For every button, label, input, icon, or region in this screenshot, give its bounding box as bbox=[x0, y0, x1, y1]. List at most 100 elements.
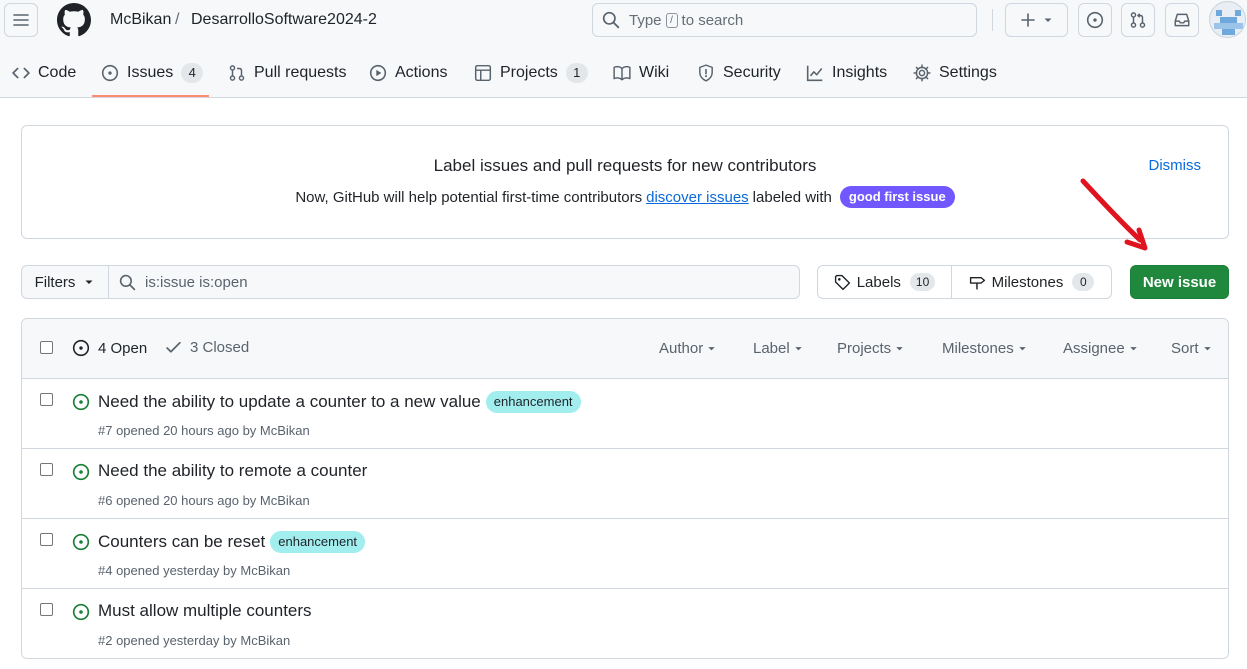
shield-icon bbox=[699, 64, 713, 82]
create-new-button[interactable] bbox=[1005, 3, 1068, 37]
pull-requests-shortcut-button[interactable] bbox=[1121, 3, 1155, 37]
sort-dropdown-label: Sort bbox=[1171, 340, 1199, 357]
tab-insights[interactable]: Insights bbox=[806, 55, 887, 91]
closed-count-label: 3 Closed bbox=[190, 339, 250, 356]
issue-title[interactable]: Need the ability to update a counter to … bbox=[98, 392, 481, 412]
assignee-filter[interactable]: Assignee bbox=[1063, 340, 1139, 357]
open-count-label: 4 Open bbox=[98, 339, 148, 357]
app-header: McBikan / DesarrolloSoftware2024-2 Type … bbox=[0, 0, 1247, 98]
tab-issues-count: 4 bbox=[181, 63, 204, 83]
filters-dropdown-button[interactable]: Filters bbox=[22, 266, 109, 298]
issue-opened-icon bbox=[72, 463, 90, 481]
issue-checkbox[interactable] bbox=[40, 603, 53, 616]
breadcrumb-repo[interactable]: DesarrolloSoftware2024-2 bbox=[191, 10, 377, 30]
tab-actions[interactable]: Actions bbox=[369, 55, 447, 91]
breadcrumb-separator: / bbox=[175, 11, 180, 28]
user-avatar[interactable] bbox=[1209, 1, 1246, 38]
tab-projects-label: Projects bbox=[500, 64, 558, 81]
tab-wiki[interactable]: Wiki bbox=[613, 55, 669, 91]
author-filter[interactable]: Author bbox=[659, 340, 717, 357]
issue-row[interactable]: Counters can be reset enhancement #4 ope… bbox=[22, 519, 1228, 589]
tab-security[interactable]: Security bbox=[697, 55, 781, 91]
issue-title[interactable]: Must allow multiple counters bbox=[98, 601, 312, 621]
discover-issues-link[interactable]: discover issues bbox=[646, 189, 749, 206]
header-divider bbox=[992, 9, 993, 31]
issue-row[interactable]: Need the ability to remote a counter #6 … bbox=[22, 449, 1228, 519]
triangle-down-icon bbox=[708, 347, 715, 351]
issue-title-line: Counters can be reset enhancement bbox=[98, 531, 366, 553]
code-icon bbox=[12, 67, 30, 79]
git-pull-request-icon bbox=[229, 65, 245, 81]
issue-title-line: Must allow multiple counters bbox=[98, 601, 312, 621]
gear-icon bbox=[913, 64, 931, 82]
triangle-down-icon bbox=[794, 347, 802, 351]
projects-filter[interactable]: Projects bbox=[837, 340, 905, 357]
banner-title: Label issues and pull requests for new c… bbox=[433, 156, 817, 175]
tab-code-label: Code bbox=[38, 64, 77, 81]
label-filter[interactable]: Label bbox=[753, 340, 804, 357]
dismiss-link[interactable]: Dismiss bbox=[1149, 157, 1202, 174]
new-contributors-banner: Label issues and pull requests for new c… bbox=[21, 125, 1229, 239]
tab-projects[interactable]: Projects 1 bbox=[474, 55, 588, 91]
milestones-button[interactable]: Milestones 0 bbox=[952, 266, 1111, 298]
tab-pull-requests-label: Pull requests bbox=[254, 64, 347, 81]
closed-issues-filter[interactable]: 3 Closed bbox=[165, 339, 249, 356]
issue-checkbox[interactable] bbox=[40, 463, 53, 476]
milestones-label: Milestones bbox=[991, 273, 1064, 291]
milestones-count: 0 bbox=[1072, 273, 1095, 291]
annotation-arrow-icon bbox=[1080, 178, 1148, 251]
milestone-icon bbox=[969, 276, 985, 289]
breadcrumb-owner[interactable]: McBikan bbox=[110, 10, 171, 30]
search-shortcut-key: / bbox=[665, 12, 678, 28]
inbox-icon bbox=[1174, 13, 1190, 27]
issue-opened-icon bbox=[1086, 11, 1104, 29]
tab-insights-label: Insights bbox=[832, 64, 888, 81]
issue-title[interactable]: Counters can be reset bbox=[98, 532, 265, 552]
milestones-filter[interactable]: Milestones bbox=[942, 340, 1028, 357]
triangle-down-icon bbox=[85, 280, 93, 284]
issue-row[interactable]: Need the ability to update a counter to … bbox=[22, 379, 1228, 449]
inbox-button[interactable] bbox=[1165, 3, 1199, 37]
labels-milestones-group: Labels 10 Milestones 0 bbox=[817, 265, 1112, 299]
issues-shortcut-button[interactable] bbox=[1078, 3, 1112, 37]
select-all-checkbox[interactable] bbox=[40, 341, 53, 354]
play-icon bbox=[369, 64, 387, 82]
triangle-down-icon bbox=[1130, 347, 1137, 351]
triangle-down-icon bbox=[1203, 347, 1211, 351]
issue-title[interactable]: Need the ability to remote a counter bbox=[98, 461, 367, 481]
issue-checkbox[interactable] bbox=[40, 393, 53, 406]
selected-tab-indicator bbox=[92, 95, 209, 97]
global-search-input[interactable]: Type / to search bbox=[592, 3, 977, 37]
tab-pull-requests[interactable]: Pull requests bbox=[228, 55, 347, 91]
issue-checkbox[interactable] bbox=[40, 533, 53, 546]
issue-search-input[interactable]: is:issue is:open bbox=[109, 266, 799, 298]
open-issues-filter[interactable]: 4 Open bbox=[72, 339, 147, 357]
sort-dropdown[interactable]: Sort bbox=[1171, 340, 1213, 357]
issue-opened-icon bbox=[72, 603, 90, 621]
menu-button[interactable] bbox=[4, 3, 38, 37]
projects-filter-label: Projects bbox=[837, 340, 892, 357]
table-icon bbox=[474, 64, 492, 82]
new-issue-button[interactable]: New issue bbox=[1130, 265, 1229, 299]
good-first-issue-label[interactable]: good first issue bbox=[839, 186, 955, 208]
filters-bar: Filters is:issue is:open bbox=[21, 265, 800, 299]
search-icon bbox=[119, 274, 136, 290]
git-pull-request-icon bbox=[1130, 12, 1146, 28]
tab-code[interactable]: Code bbox=[12, 55, 76, 91]
issue-label[interactable]: enhancement bbox=[270, 531, 366, 553]
issue-label[interactable]: enhancement bbox=[485, 391, 581, 413]
tab-security-label: Security bbox=[723, 64, 781, 81]
triangle-down-icon bbox=[1018, 347, 1026, 351]
check-icon bbox=[166, 341, 181, 353]
github-logo-icon[interactable] bbox=[57, 3, 91, 37]
menu-icon bbox=[13, 14, 29, 26]
tab-settings[interactable]: Settings bbox=[913, 55, 997, 91]
issue-meta: #7 opened 20 hours ago by McBikan bbox=[98, 423, 310, 438]
assignee-filter-label: Assignee bbox=[1063, 340, 1125, 357]
tab-issues[interactable]: Issues 4 bbox=[101, 55, 204, 91]
issue-row[interactable]: Must allow multiple counters #2 opened y… bbox=[22, 589, 1228, 658]
issues-list: 4 Open 3 Closed Author Label Projects Mi… bbox=[21, 318, 1229, 659]
triangle-down-icon bbox=[1044, 18, 1051, 22]
issues-list-header: 4 Open 3 Closed Author Label Projects Mi… bbox=[22, 319, 1228, 379]
labels-button[interactable]: Labels 10 bbox=[818, 266, 952, 298]
